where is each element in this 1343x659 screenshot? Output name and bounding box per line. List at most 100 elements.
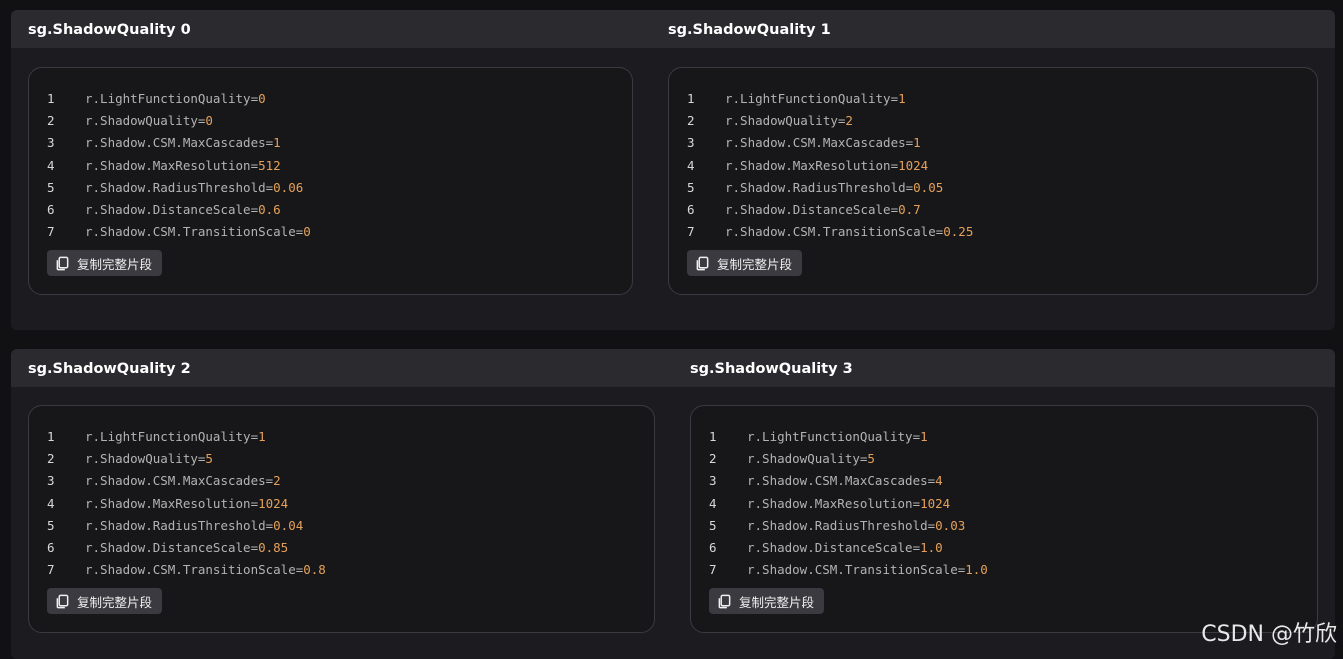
setting-value: 4 <box>935 473 943 488</box>
code-line: 4r.Shadow.MaxResolution=1024 <box>687 155 1307 177</box>
setting-key: r.Shadow.RadiusThreshold <box>725 180 906 195</box>
setting-value: 1.0 <box>920 540 943 555</box>
setting-value: 1 <box>920 429 928 444</box>
setting-value: 0 <box>205 113 213 128</box>
equals-sign: = <box>913 429 921 444</box>
setting-key: r.LightFunctionQuality <box>747 429 913 444</box>
setting-value: 1024 <box>258 496 288 511</box>
line-number: 2 <box>47 110 85 132</box>
setting-key: r.ShadowQuality <box>85 451 198 466</box>
line-number: 3 <box>47 132 85 154</box>
setting-key: r.ShadowQuality <box>747 451 860 466</box>
setting-value: 5 <box>205 451 213 466</box>
setting-value: 0.6 <box>258 202 281 217</box>
setting-value: 1 <box>258 429 266 444</box>
setting-key: r.Shadow.DistanceScale <box>725 202 891 217</box>
setting-key: r.Shadow.CSM.TransitionScale <box>85 562 296 577</box>
setting-value: 0.06 <box>273 180 303 195</box>
line-number: 1 <box>687 88 725 110</box>
copy-button-label: 复制完整片段 <box>77 592 152 611</box>
line-number: 6 <box>687 199 725 221</box>
copy-button-label: 复制完整片段 <box>77 254 152 273</box>
code-line: 1r.LightFunctionQuality=0 <box>47 88 622 110</box>
line-number: 3 <box>687 132 725 154</box>
code-line: 3r.Shadow.CSM.MaxCascades=4 <box>709 470 1307 492</box>
column-title: sg.ShadowQuality 0 <box>28 10 191 48</box>
code-line: 4r.Shadow.MaxResolution=512 <box>47 155 622 177</box>
copy-snippet-button[interactable]: 复制完整片段 <box>709 588 824 614</box>
code-line: 2r.ShadowQuality=5 <box>709 448 1307 470</box>
setting-key: r.Shadow.RadiusThreshold <box>747 518 928 533</box>
setting-key: r.Shadow.CSM.TransitionScale <box>85 224 296 239</box>
equals-sign: = <box>251 540 259 555</box>
table-header: sg.ShadowQuality 0 sg.ShadowQuality 1 <box>11 10 1335 48</box>
line-number: 7 <box>47 559 85 581</box>
setting-value: 1.0 <box>965 562 988 577</box>
copy-snippet-button[interactable]: 复制完整片段 <box>687 250 802 276</box>
code-line: 5r.Shadow.RadiusThreshold=0.04 <box>47 515 644 537</box>
settings-table-1: sg.ShadowQuality 0 sg.ShadowQuality 1 1r… <box>11 10 1335 330</box>
setting-key: r.Shadow.CSM.MaxCascades <box>725 135 906 150</box>
line-number: 4 <box>687 155 725 177</box>
setting-value: 5 <box>867 451 875 466</box>
code-line: 5r.Shadow.RadiusThreshold=0.05 <box>687 177 1307 199</box>
setting-key: r.Shadow.CSM.MaxCascades <box>85 473 266 488</box>
code-line: 6r.Shadow.DistanceScale=1.0 <box>709 537 1307 559</box>
line-number: 7 <box>47 221 85 243</box>
line-number: 1 <box>47 426 85 448</box>
setting-key: r.Shadow.CSM.MaxCascades <box>747 473 928 488</box>
line-number: 2 <box>709 448 747 470</box>
line-number: 6 <box>709 537 747 559</box>
setting-value: 0.85 <box>258 540 288 555</box>
equals-sign: = <box>251 158 259 173</box>
line-number: 3 <box>47 470 85 492</box>
equals-sign: = <box>891 158 899 173</box>
setting-key: r.LightFunctionQuality <box>85 429 251 444</box>
line-number: 3 <box>709 470 747 492</box>
setting-value: 0.7 <box>898 202 921 217</box>
setting-value: 0.05 <box>913 180 943 195</box>
watermark: CSDN @竹欣 <box>1201 616 1337 648</box>
code-line: 3r.Shadow.CSM.MaxCascades=1 <box>687 132 1307 154</box>
equals-sign: = <box>913 496 921 511</box>
line-number: 5 <box>47 177 85 199</box>
copy-icon <box>55 594 70 609</box>
setting-value: 2 <box>273 473 281 488</box>
setting-key: r.ShadowQuality <box>85 113 198 128</box>
equals-sign: = <box>891 91 899 106</box>
equals-sign: = <box>251 429 259 444</box>
code-line: 4r.Shadow.MaxResolution=1024 <box>47 493 644 515</box>
line-number: 5 <box>47 515 85 537</box>
setting-key: r.LightFunctionQuality <box>85 91 251 106</box>
code-line: 6r.Shadow.DistanceScale=0.85 <box>47 537 644 559</box>
line-number: 2 <box>47 448 85 470</box>
setting-key: r.Shadow.DistanceScale <box>747 540 913 555</box>
setting-key: r.Shadow.MaxResolution <box>85 158 251 173</box>
copy-icon <box>55 256 70 271</box>
code-line: 3r.Shadow.CSM.MaxCascades=1 <box>47 132 622 154</box>
code-line: 6r.Shadow.DistanceScale=0.6 <box>47 199 622 221</box>
code-lines: 1r.LightFunctionQuality=02r.ShadowQualit… <box>47 88 622 243</box>
setting-key: r.LightFunctionQuality <box>725 91 891 106</box>
code-block: 1r.LightFunctionQuality=12r.ShadowQualit… <box>690 405 1318 633</box>
setting-value: 0.8 <box>303 562 326 577</box>
code-lines: 1r.LightFunctionQuality=12r.ShadowQualit… <box>709 426 1307 581</box>
equals-sign: = <box>891 202 899 217</box>
setting-key: r.Shadow.RadiusThreshold <box>85 180 266 195</box>
code-line: 5r.Shadow.RadiusThreshold=0.03 <box>709 515 1307 537</box>
code-block: 1r.LightFunctionQuality=12r.ShadowQualit… <box>28 405 655 633</box>
setting-value: 0.03 <box>935 518 965 533</box>
setting-key: r.Shadow.MaxResolution <box>85 496 251 511</box>
line-number: 1 <box>709 426 747 448</box>
setting-value: 1 <box>898 91 906 106</box>
equals-sign: = <box>251 496 259 511</box>
copy-snippet-button[interactable]: 复制完整片段 <box>47 250 162 276</box>
column-title: sg.ShadowQuality 2 <box>28 349 191 387</box>
line-number: 5 <box>687 177 725 199</box>
line-number: 6 <box>47 199 85 221</box>
setting-value: 1024 <box>898 158 928 173</box>
setting-value: 1024 <box>920 496 950 511</box>
copy-snippet-button[interactable]: 复制完整片段 <box>47 588 162 614</box>
setting-key: r.Shadow.MaxResolution <box>747 496 913 511</box>
line-number: 7 <box>687 221 725 243</box>
